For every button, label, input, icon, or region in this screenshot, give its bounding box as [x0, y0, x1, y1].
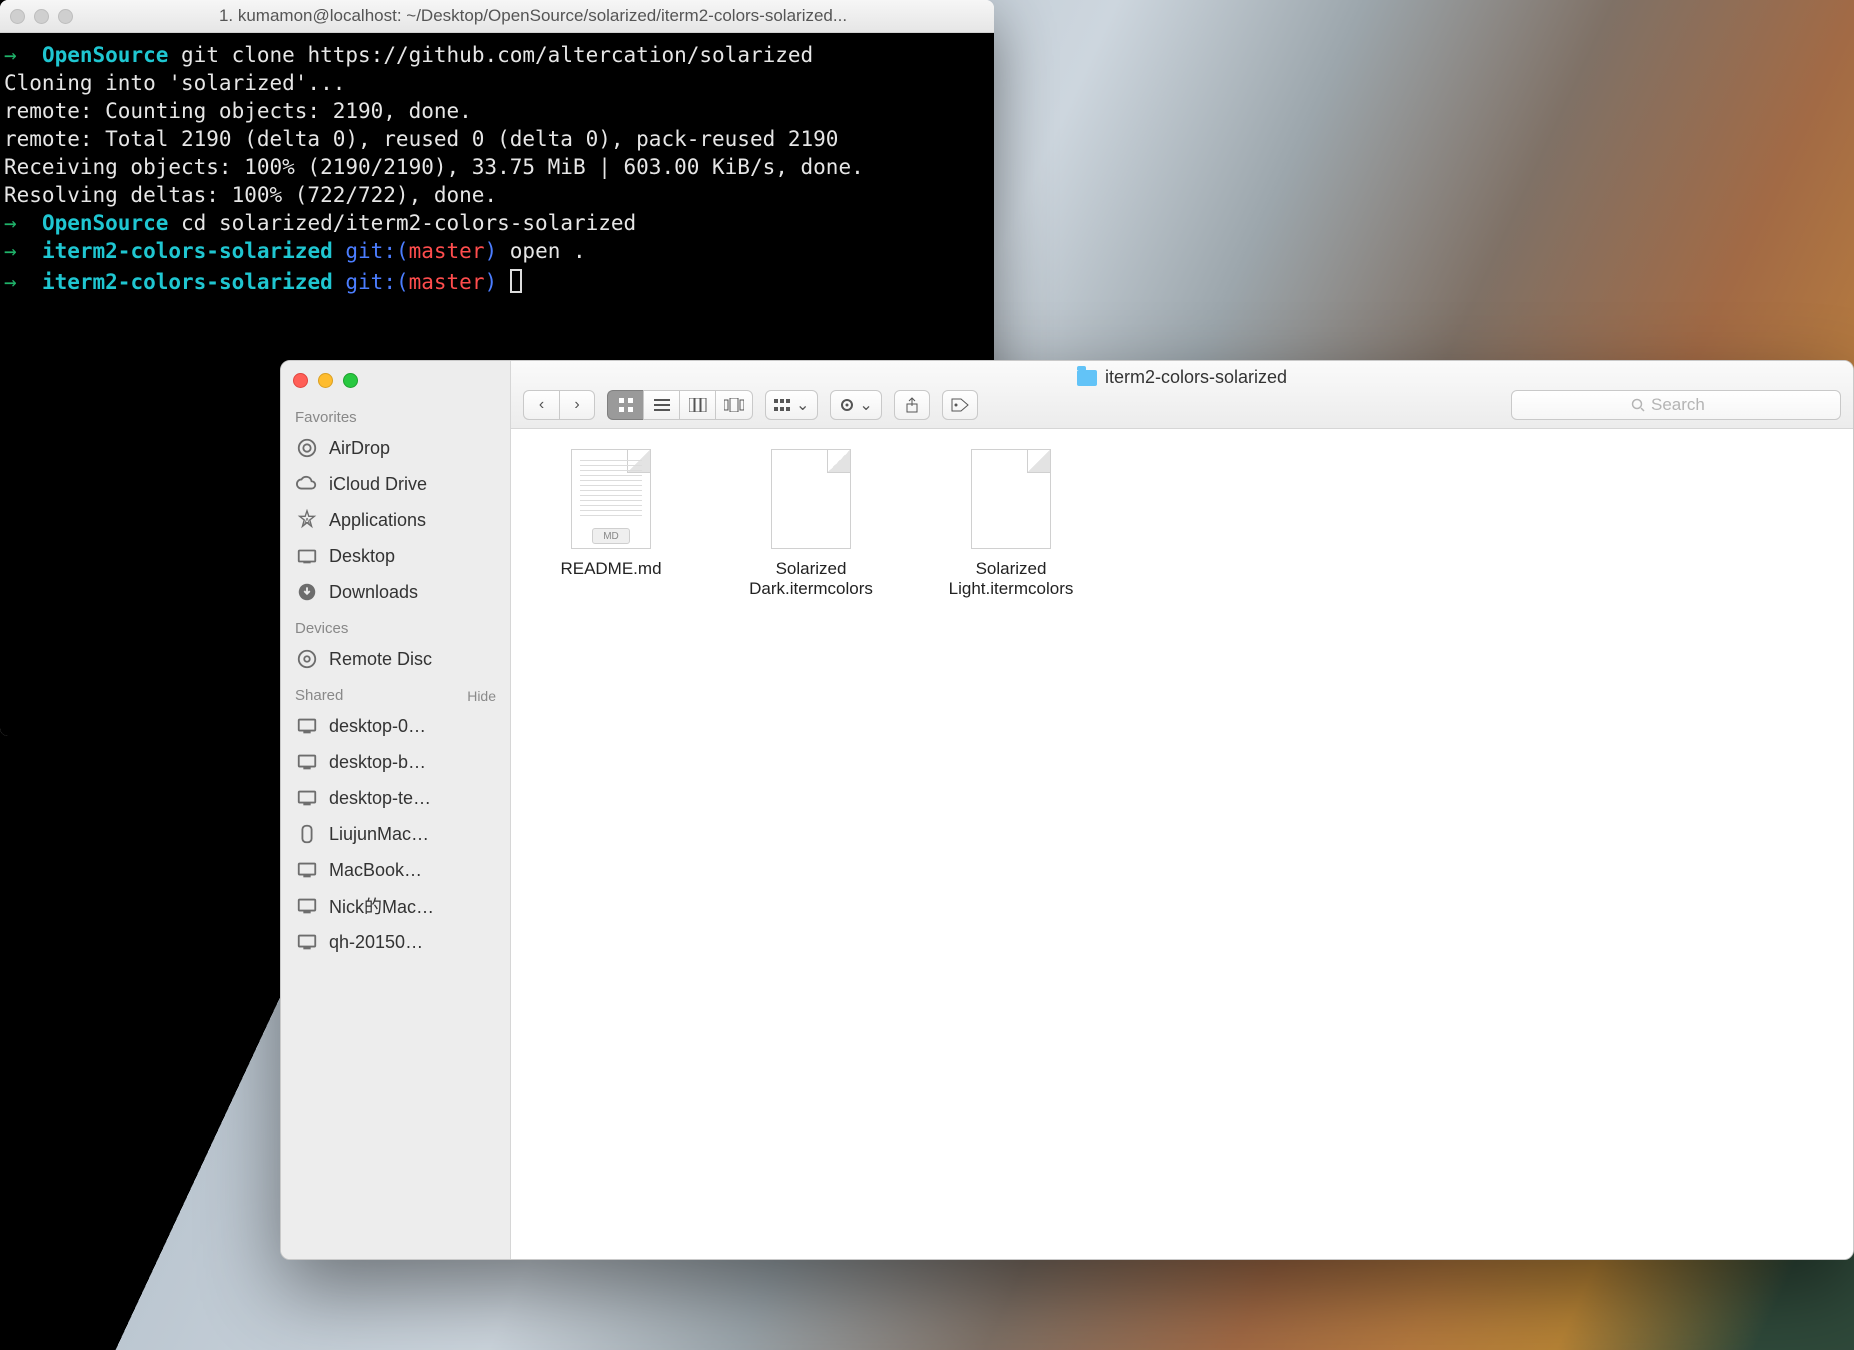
- sidebar-fav-icon: [295, 544, 319, 568]
- search-field[interactable]: [1511, 390, 1841, 420]
- share-icon: [905, 397, 919, 413]
- finder-zoom-button[interactable]: [343, 373, 358, 388]
- view-column-button[interactable]: [679, 390, 715, 420]
- nav-back-forward: ‹ ›: [523, 390, 595, 420]
- sidebar-item-label: LiujunMac…: [329, 824, 496, 845]
- sidebar-shared-icon: [295, 930, 319, 954]
- sidebar-item-label: desktop-te…: [329, 788, 496, 809]
- sidebar-item-label: iCloud Drive: [329, 474, 496, 495]
- file-name: Solarized Light.itermcolors: [931, 559, 1091, 599]
- sidebar-section-devices: Devices: [281, 610, 510, 641]
- sidebar-shared-4[interactable]: MacBook…: [281, 852, 510, 888]
- sidebar-shared-3[interactable]: LiujunMac…: [281, 816, 510, 852]
- sidebar-shared-icon: [295, 786, 319, 810]
- terminal-close-button[interactable]: [10, 9, 25, 24]
- sidebar-shared-1[interactable]: desktop-b…: [281, 744, 510, 780]
- sidebar-item-label: AirDrop: [329, 438, 496, 459]
- sidebar-section-shared: Shared Hide: [281, 677, 510, 708]
- sidebar-item-label: MacBook…: [329, 860, 496, 881]
- share-button[interactable]: [894, 390, 930, 420]
- sidebar-fav-icon: A: [295, 508, 319, 532]
- file-icon: [771, 449, 851, 549]
- view-gallery-button[interactable]: [715, 390, 753, 420]
- view-list-button[interactable]: [643, 390, 679, 420]
- gear-icon: [839, 397, 855, 413]
- sidebar-shared-5[interactable]: Nick的Mac…: [281, 888, 510, 924]
- finder-close-button[interactable]: [293, 373, 308, 388]
- file-icon: [971, 449, 1051, 549]
- sidebar-shared-icon: [295, 714, 319, 738]
- terminal-cursor: [510, 269, 522, 293]
- finder-traffic-lights: [281, 361, 510, 399]
- finder-window: Favorites AirDrop iCloud Drive A Applicatio…: [280, 360, 1854, 1260]
- finder-sidebar: Favorites AirDrop iCloud Drive A Applicatio…: [281, 361, 511, 1259]
- sidebar-fav-icon: [295, 472, 319, 496]
- sidebar-item-label: desktop-b…: [329, 752, 496, 773]
- terminal-title: 1. kumamon@localhost: ~/Desktop/OpenSour…: [82, 6, 984, 26]
- svg-text:A: A: [304, 517, 311, 527]
- sidebar-fav-0[interactable]: AirDrop: [281, 430, 510, 466]
- sidebar-shared-2[interactable]: desktop-te…: [281, 780, 510, 816]
- sidebar-item-label: Remote Disc: [329, 649, 496, 670]
- sidebar-fav-2[interactable]: A Applications: [281, 502, 510, 538]
- sidebar-fav-1[interactable]: iCloud Drive: [281, 466, 510, 502]
- sidebar-fav-icon: [295, 436, 319, 460]
- sidebar-fav-3[interactable]: Desktop: [281, 538, 510, 574]
- finder-main: iterm2-colors-solarized ‹ ›: [511, 361, 1853, 1259]
- sidebar-item-label: desktop-0…: [329, 716, 496, 737]
- file-name: Solarized Dark.itermcolors: [731, 559, 891, 599]
- finder-minimize-button[interactable]: [318, 373, 333, 388]
- file-item-1[interactable]: Solarized Dark.itermcolors: [731, 449, 891, 599]
- back-button[interactable]: ‹: [523, 390, 559, 420]
- md-badge: MD: [592, 528, 630, 544]
- sidebar-dev-0[interactable]: Remote Disc: [281, 641, 510, 677]
- view-icon-button[interactable]: [607, 390, 643, 420]
- sidebar-shared-0[interactable]: desktop-0…: [281, 708, 510, 744]
- sidebar-item-label: Downloads: [329, 582, 496, 603]
- sidebar-section-favorites: Favorites: [281, 399, 510, 430]
- terminal-traffic-lights: [10, 9, 73, 24]
- sidebar-fav-4[interactable]: Downloads: [281, 574, 510, 610]
- arrange-button[interactable]: ⌄: [765, 390, 818, 420]
- sidebar-shared-icon: [295, 822, 319, 846]
- tags-button[interactable]: [942, 390, 978, 420]
- sidebar-item-label: Applications: [329, 510, 496, 531]
- sidebar-shared-icon: [295, 894, 319, 918]
- sidebar-hide-shared[interactable]: Hide: [467, 688, 496, 704]
- sidebar-item-label: Desktop: [329, 546, 496, 567]
- tag-icon: [951, 398, 969, 412]
- forward-button[interactable]: ›: [559, 390, 595, 420]
- search-input[interactable]: [1651, 395, 1721, 415]
- sidebar-item-label: Nick的Mac…: [329, 893, 496, 919]
- file-name: README.md: [560, 559, 661, 579]
- file-item-0[interactable]: MD README.md: [531, 449, 691, 579]
- file-item-2[interactable]: Solarized Light.itermcolors: [931, 449, 1091, 599]
- finder-content-area[interactable]: MD README.md Solarized Dark.itermcolors Sol…: [511, 429, 1853, 1259]
- folder-icon: [1077, 370, 1097, 386]
- sidebar-dev-icon: [295, 647, 319, 671]
- file-icon: MD: [571, 449, 651, 549]
- finder-window-title: iterm2-colors-solarized: [511, 367, 1853, 388]
- search-icon: [1631, 398, 1645, 412]
- terminal-titlebar[interactable]: 1. kumamon@localhost: ~/Desktop/OpenSour…: [0, 0, 994, 33]
- sidebar-fav-icon: [295, 580, 319, 604]
- sidebar-shared-icon: [295, 858, 319, 882]
- terminal-zoom-button[interactable]: [58, 9, 73, 24]
- action-button[interactable]: ⌄: [830, 390, 881, 420]
- finder-toolbar: iterm2-colors-solarized ‹ ›: [511, 361, 1853, 429]
- sidebar-shared-6[interactable]: qh-20150…: [281, 924, 510, 960]
- sidebar-shared-icon: [295, 750, 319, 774]
- view-mode-segment: [607, 390, 753, 420]
- terminal-minimize-button[interactable]: [34, 9, 49, 24]
- sidebar-item-label: qh-20150…: [329, 932, 496, 953]
